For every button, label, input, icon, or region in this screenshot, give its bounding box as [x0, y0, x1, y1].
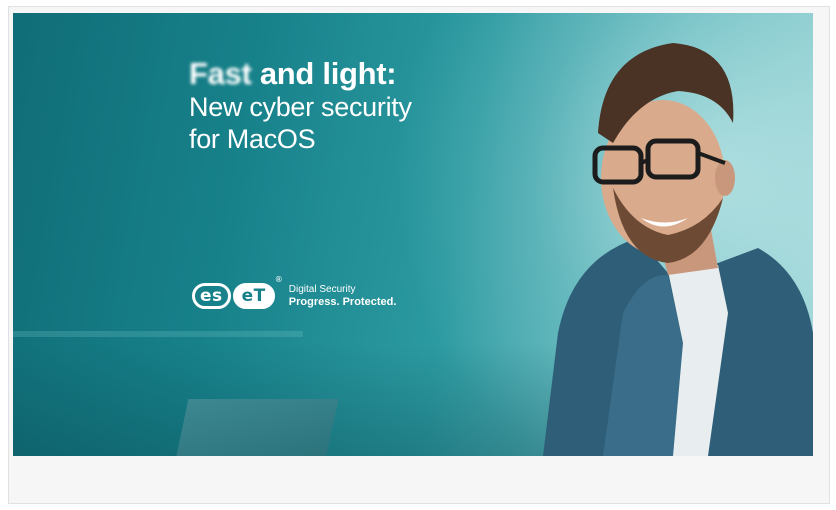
headline-rest: and light: [251, 56, 397, 91]
headline-subline-1: New cyber security [189, 92, 412, 122]
laptop-illustration [173, 399, 339, 456]
eset-brand-block: es eT ® Digital Security Progress. Prote… [192, 275, 397, 309]
tagline-top: Digital Security [288, 283, 356, 295]
tagline-bottom: Progress. Protected. [288, 295, 397, 308]
smiling-man-illustration [543, 43, 813, 456]
logo-right: eT [232, 283, 275, 309]
headline-subline-2: for MacOS [189, 124, 316, 154]
logo-left: es [192, 283, 231, 309]
eset-logo: es eT ® [192, 275, 283, 309]
brand-tagline: Digital Security Progress. Protected. [289, 284, 397, 309]
promo-banner-image[interactable]: Fast and light: New cyber security for M… [13, 13, 813, 456]
banner-headline: Fast and light: New cyber security for M… [189, 57, 412, 155]
headline-title: Fast and light: [189, 57, 412, 91]
registered-mark: ® [274, 275, 283, 284]
headline-blurred-word: Fast [189, 56, 252, 91]
background-shelf [13, 331, 303, 337]
